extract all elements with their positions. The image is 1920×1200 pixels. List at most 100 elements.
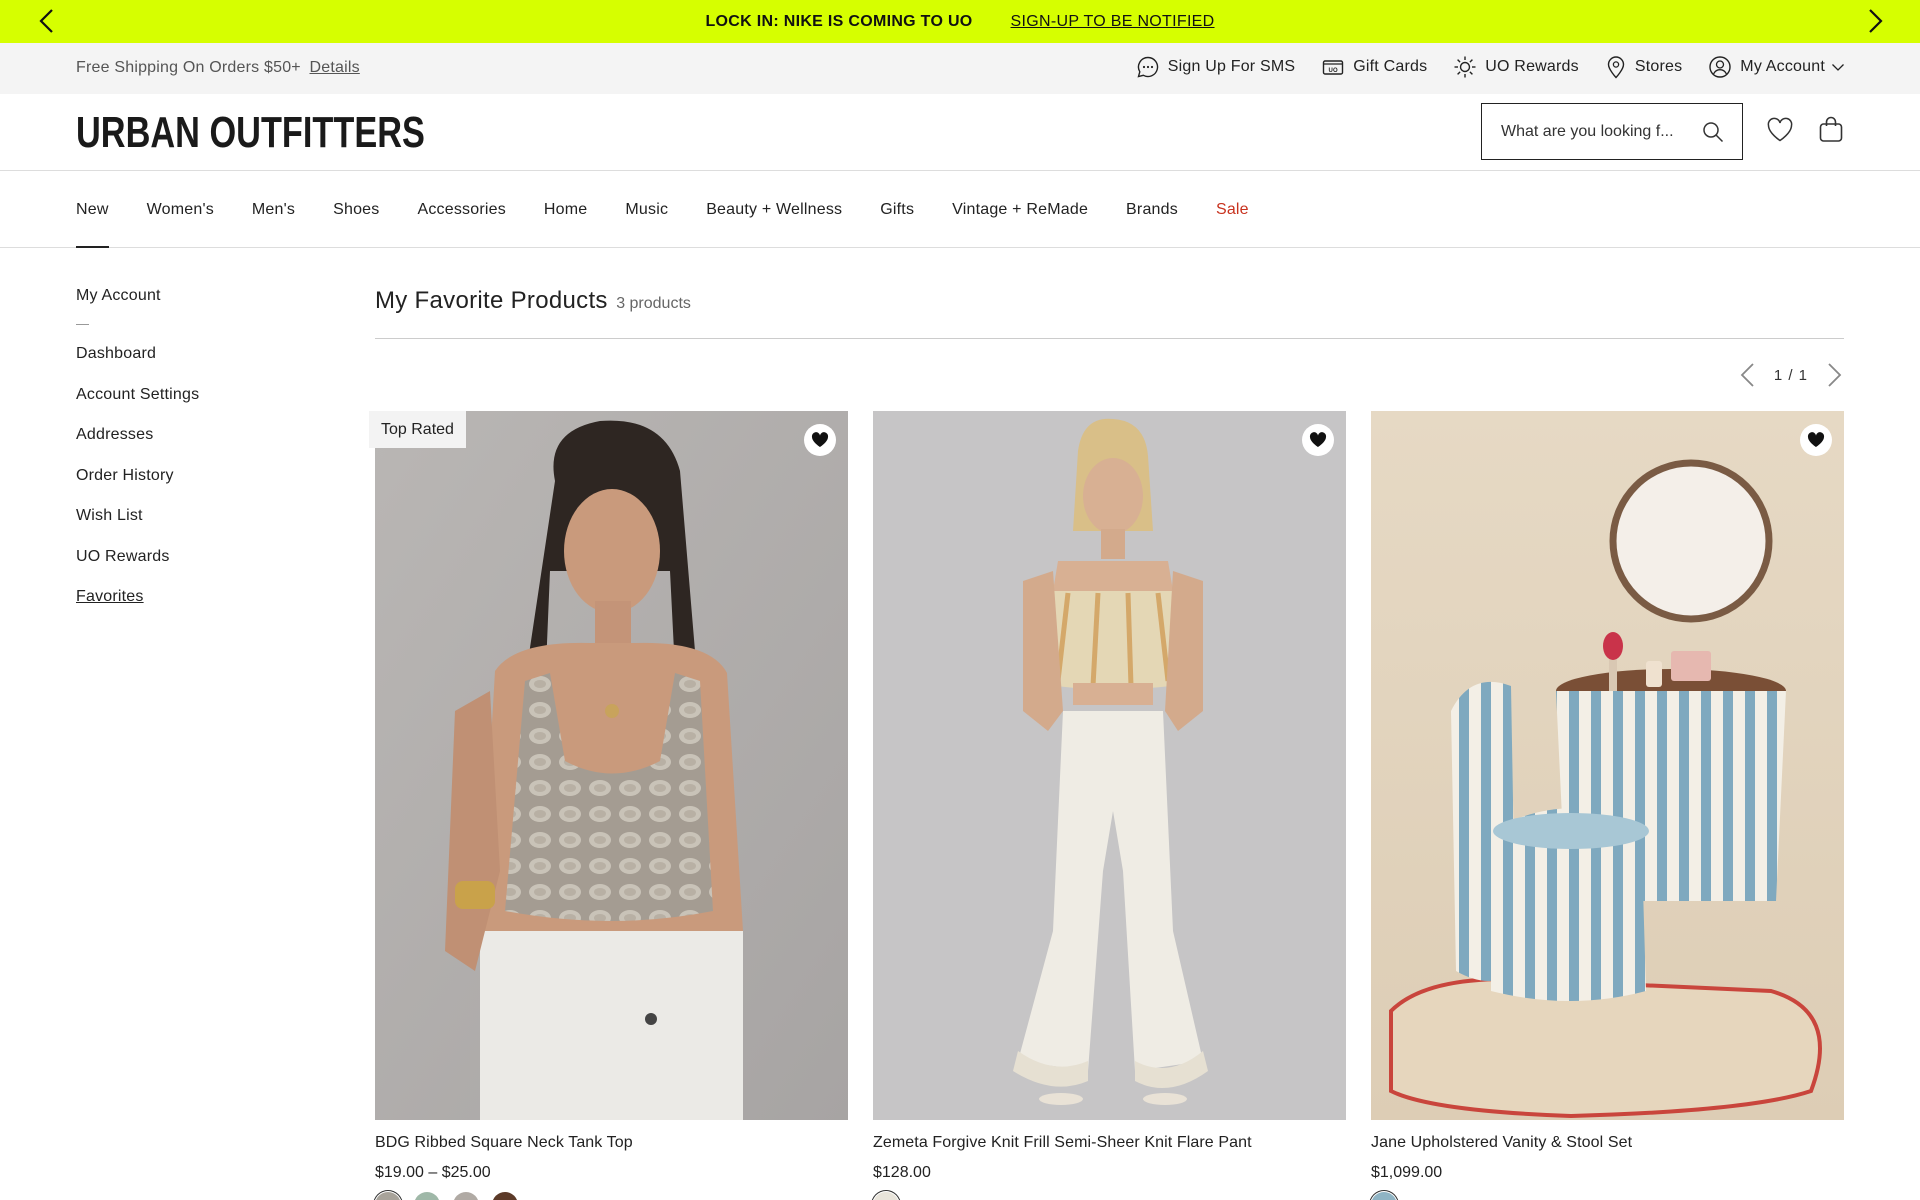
- product-photo-flare-pant: [873, 411, 1346, 1120]
- shopping-bag-button[interactable]: [1818, 115, 1844, 148]
- color-swatches: [1371, 1192, 1844, 1200]
- user-circle-icon: [1709, 56, 1731, 78]
- color-swatch[interactable]: [453, 1192, 479, 1200]
- sidebar-title: My Account: [76, 287, 161, 304]
- my-account-menu[interactable]: My Account: [1708, 55, 1845, 79]
- product-card: Top Rated BDG Ribbed Square Neck Tank To…: [369, 411, 848, 1200]
- product-name[interactable]: Jane Upholstered Vanity & Stool Set: [1371, 1134, 1844, 1152]
- promo-next-button[interactable]: [1861, 6, 1891, 36]
- product-price: $128.00: [873, 1164, 931, 1181]
- product-photo-tank-top: [375, 411, 848, 1120]
- search-button[interactable]: [1702, 121, 1724, 148]
- heart-icon: [1767, 117, 1793, 142]
- promo-prev-button[interactable]: [31, 6, 61, 36]
- shipping-details-link[interactable]: Details: [310, 59, 360, 76]
- nav-item-womens[interactable]: Women's: [147, 171, 214, 248]
- nav-item-gifts[interactable]: Gifts: [880, 171, 914, 248]
- favorite-toggle-button[interactable]: [1800, 424, 1832, 456]
- nav-item-accessories[interactable]: Accessories: [417, 171, 505, 248]
- heart-filled-icon: [1309, 432, 1327, 447]
- nav-item-mens[interactable]: Men's: [252, 171, 295, 248]
- sidebar-item-favorites[interactable]: Favorites: [76, 587, 316, 628]
- sidebar-item-dashboard[interactable]: Dashboard: [76, 344, 316, 385]
- color-swatches: [375, 1192, 848, 1200]
- prev-page-button[interactable]: [1738, 362, 1756, 388]
- favorite-toggle-button[interactable]: [1302, 424, 1334, 456]
- favorites-header: My Favorite Products 3 products: [375, 287, 1844, 339]
- account-sidebar: My Account Dashboard Account Settings Ad…: [76, 287, 316, 628]
- product-name[interactable]: Zemeta Forgive Knit Frill Semi-Sheer Kni…: [873, 1134, 1346, 1152]
- color-swatch[interactable]: [414, 1192, 440, 1200]
- color-swatch[interactable]: [1371, 1192, 1397, 1200]
- svg-text:UO: UO: [1329, 68, 1339, 74]
- page-indicator: 1 / 1: [1773, 366, 1808, 384]
- product-name[interactable]: BDG Ribbed Square Neck Tank Top: [375, 1134, 848, 1152]
- uo-rewards-label: UO Rewards: [1485, 58, 1579, 75]
- search-input[interactable]: [1501, 122, 1691, 141]
- favorite-toggle-button[interactable]: [804, 424, 836, 456]
- nav-item-shoes[interactable]: Shoes: [333, 171, 379, 248]
- product-image[interactable]: [1371, 411, 1844, 1120]
- shopping-bag-icon: [1819, 116, 1843, 142]
- main-nav: New Women's Men's Shoes Accessories Home…: [0, 171, 1920, 248]
- utility-links: Sign Up For SMS UO Gift Cards UO Rewards…: [1110, 55, 1845, 79]
- site-logo[interactable]: URBAN OUTFITTERS: [76, 109, 425, 157]
- nav-item-music[interactable]: Music: [625, 171, 668, 248]
- heart-filled-icon: [1807, 432, 1825, 447]
- product-count: 3 products: [616, 295, 691, 312]
- sidebar-item-account-settings[interactable]: Account Settings: [76, 385, 316, 426]
- product-card: Jane Upholstered Vanity & Stool Set $1,0…: [1371, 411, 1844, 1200]
- location-pin-icon: [1607, 56, 1625, 79]
- sms-label: Sign Up For SMS: [1167, 58, 1296, 75]
- color-swatches: [873, 1192, 1346, 1200]
- sidebar-item-addresses[interactable]: Addresses: [76, 425, 316, 466]
- nav-item-brands[interactable]: Brands: [1126, 171, 1178, 248]
- color-swatch[interactable]: [375, 1192, 401, 1200]
- sidebar-divider: [76, 324, 89, 325]
- chevron-right-icon: [1828, 363, 1842, 387]
- sidebar-item-order-history[interactable]: Order History: [76, 466, 316, 507]
- color-swatch[interactable]: [492, 1192, 518, 1200]
- gift-card-icon: UO: [1323, 60, 1344, 75]
- product-image[interactable]: [873, 411, 1346, 1120]
- stores-label: Stores: [1634, 58, 1683, 75]
- product-photo-vanity-set: [1371, 411, 1844, 1120]
- chevron-left-icon: [39, 9, 53, 33]
- nav-item-vintage-remade[interactable]: Vintage + ReMade: [952, 171, 1088, 248]
- promo-signup-link[interactable]: SIGN-UP TO BE NOTIFIED: [1011, 13, 1215, 31]
- utility-bar: Free Shipping On Orders $50+ Details Sig…: [0, 43, 1920, 94]
- sidebar-item-uo-rewards[interactable]: UO Rewards: [76, 547, 316, 588]
- nav-item-sale[interactable]: Sale: [1216, 171, 1249, 248]
- site-header: URBAN OUTFITTERS: [0, 94, 1920, 171]
- color-swatch[interactable]: [873, 1192, 899, 1200]
- search-icon: [1703, 122, 1724, 143]
- nav-item-home[interactable]: Home: [544, 171, 587, 248]
- shipping-text: Free Shipping On Orders $50+: [76, 59, 301, 76]
- my-account-label: My Account: [1740, 58, 1825, 75]
- chevron-left-icon: [1740, 363, 1754, 387]
- stores-link[interactable]: Stores: [1605, 55, 1682, 79]
- chat-bubble-icon: [1137, 56, 1158, 78]
- free-shipping-notice: Free Shipping On Orders $50+ Details: [76, 59, 360, 77]
- chevron-down-icon: [1832, 64, 1844, 71]
- nav-item-beauty-wellness[interactable]: Beauty + Wellness: [706, 171, 842, 248]
- product-price: $1,099.00: [1371, 1164, 1443, 1181]
- wishlist-button[interactable]: [1766, 117, 1794, 148]
- product-image[interactable]: [375, 411, 848, 1120]
- next-page-button[interactable]: [1826, 362, 1844, 388]
- uo-rewards-link[interactable]: UO Rewards: [1453, 55, 1579, 79]
- gift-cards-link[interactable]: UO Gift Cards: [1321, 55, 1427, 79]
- sidebar-item-wish-list[interactable]: Wish List: [76, 506, 316, 547]
- nav-list: New Women's Men's Shoes Accessories Home…: [76, 171, 1287, 248]
- promo-text: LOCK IN: NIKE IS COMING TO UO: [705, 12, 973, 30]
- pagination: 1 / 1: [1738, 362, 1844, 388]
- sun-rewards-icon: [1454, 56, 1476, 78]
- nav-item-new[interactable]: New: [76, 171, 109, 248]
- product-grid: Top Rated BDG Ribbed Square Neck Tank To…: [369, 411, 1844, 1200]
- chevron-right-icon: [1869, 9, 1883, 33]
- gift-cards-label: Gift Cards: [1353, 58, 1428, 75]
- product-card: Zemeta Forgive Knit Frill Semi-Sheer Kni…: [873, 411, 1346, 1200]
- sms-signup-link[interactable]: Sign Up For SMS: [1136, 55, 1295, 79]
- product-price: $19.00 – $25.00: [375, 1164, 491, 1181]
- promo-bar: LOCK IN: NIKE IS COMING TO UO SIGN-UP TO…: [0, 0, 1920, 43]
